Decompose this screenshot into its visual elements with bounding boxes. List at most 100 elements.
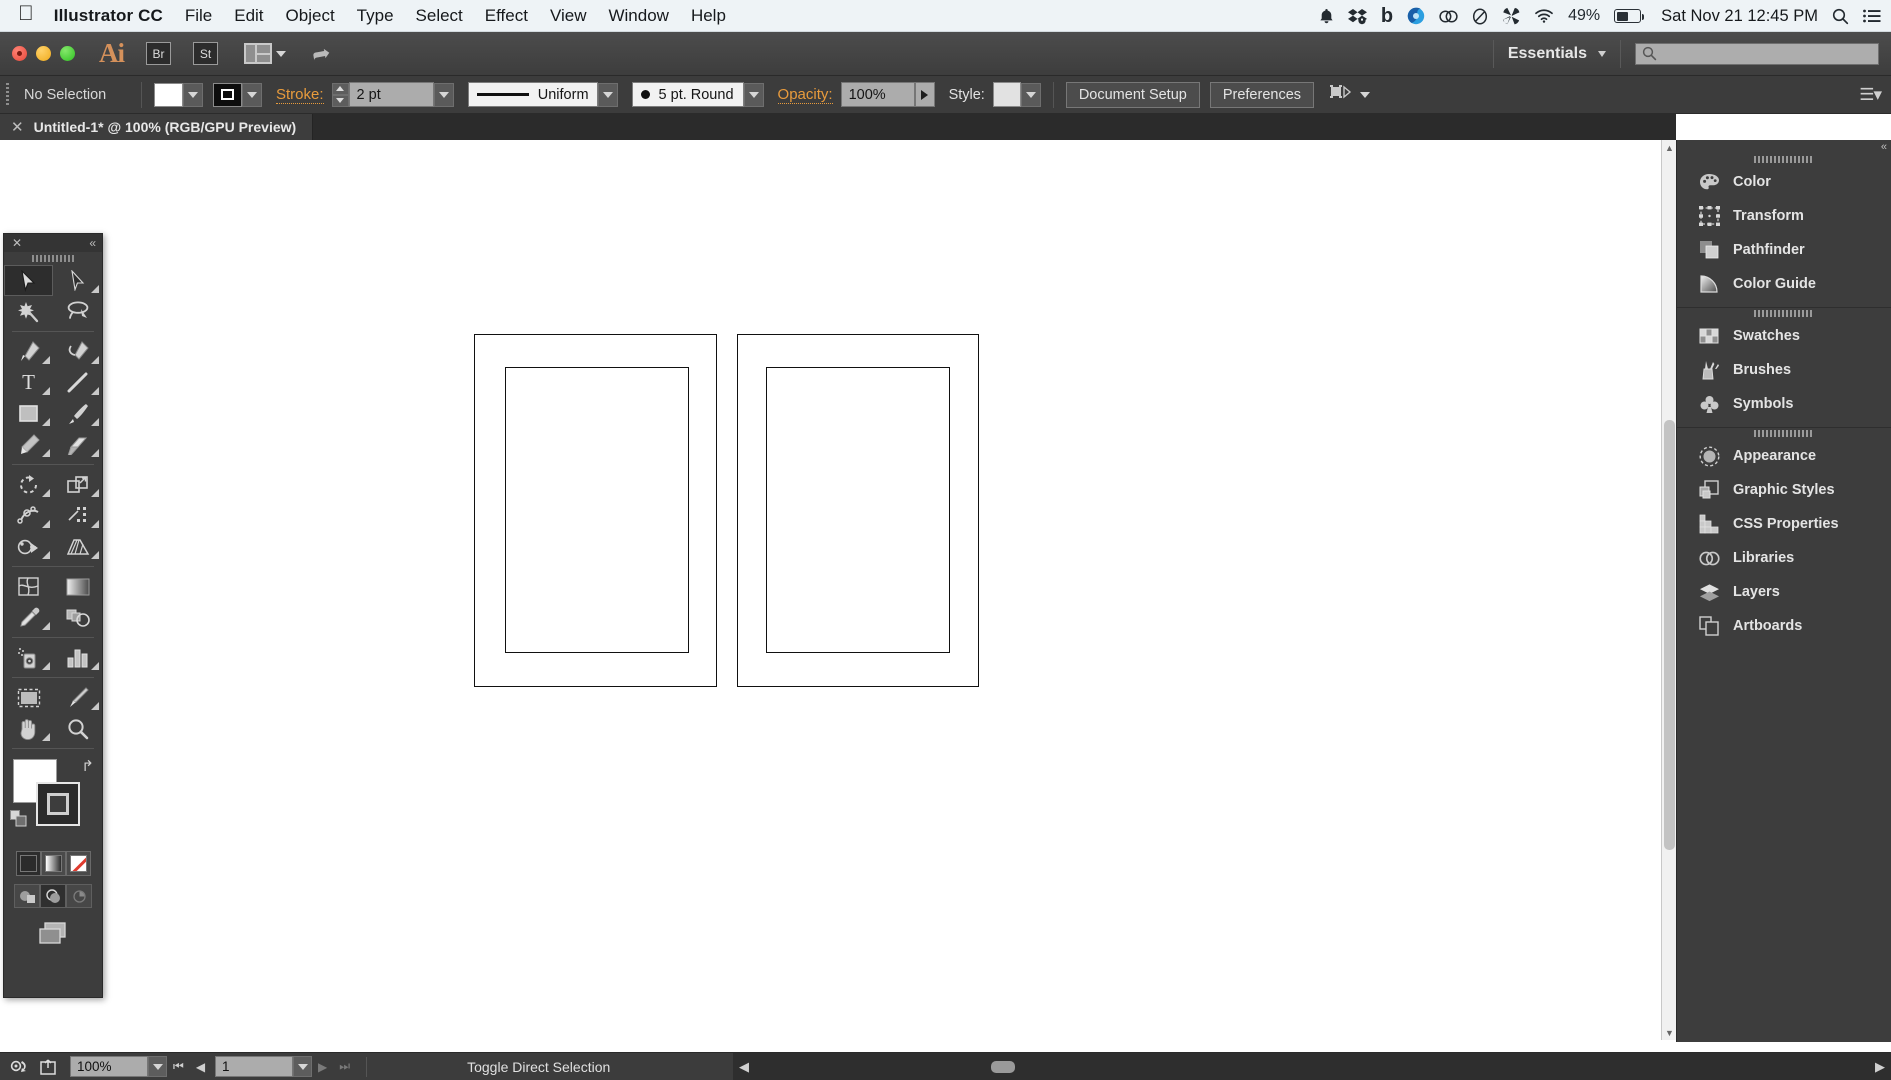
- zoom-tool[interactable]: [53, 713, 102, 744]
- rotate-tool[interactable]: [4, 469, 53, 500]
- dock-item-artboards[interactable]: Artboards: [1677, 609, 1891, 643]
- expand-panels-icon[interactable]: «: [1881, 141, 1887, 153]
- dock-group-3-gripper[interactable]: [1677, 428, 1891, 439]
- eraser-tool[interactable]: [53, 429, 102, 460]
- toolbox-gripper[interactable]: [32, 252, 74, 265]
- type-tool[interactable]: T: [4, 367, 53, 398]
- artboard-number-dropdown[interactable]: [293, 1056, 313, 1077]
- dock-item-swatches[interactable]: Swatches: [1677, 319, 1891, 353]
- panel-menu-icon[interactable]: ☰▾: [1859, 85, 1882, 105]
- brush-definition-dropdown[interactable]: [743, 82, 764, 107]
- search-input[interactable]: [1635, 42, 1879, 65]
- menu-edit[interactable]: Edit: [234, 6, 263, 26]
- menu-object[interactable]: Object: [286, 6, 335, 26]
- column-graph-tool[interactable]: [53, 642, 102, 673]
- menu-type[interactable]: Type: [357, 6, 394, 26]
- dock-item-transform[interactable]: Transform: [1677, 199, 1891, 233]
- curvature-tool[interactable]: [53, 336, 102, 367]
- dock-item-appearance[interactable]: Appearance: [1677, 439, 1891, 473]
- dock-item-graphic-styles[interactable]: Graphic Styles: [1677, 473, 1891, 507]
- status-gear-icon[interactable]: [10, 1058, 30, 1075]
- control-bar-menu[interactable]: ☰▾: [1859, 85, 1882, 105]
- scroll-left-icon[interactable]: ◀: [739, 1059, 749, 1075]
- menu-bar-clock[interactable]: Sat Nov 21 12:45 PM: [1661, 7, 1818, 26]
- magic-wand-tool[interactable]: [4, 296, 53, 327]
- menu-window[interactable]: Window: [608, 6, 668, 26]
- scroll-down-icon[interactable]: ▼: [1662, 1025, 1677, 1040]
- perspective-grid-tool[interactable]: [53, 531, 102, 562]
- stroke-weight-stepper[interactable]: [331, 82, 349, 107]
- wifi-icon[interactable]: [1534, 8, 1554, 24]
- menu-file[interactable]: File: [185, 6, 212, 26]
- stroke-color-swatch[interactable]: [213, 82, 242, 107]
- stroke-color-dropdown[interactable]: [242, 82, 262, 107]
- collapse-panel-icon[interactable]: «: [89, 236, 96, 250]
- stroke-weight-dropdown[interactable]: [433, 82, 454, 107]
- hand-tool[interactable]: [4, 713, 53, 744]
- menu-effect[interactable]: Effect: [485, 6, 528, 26]
- opacity-popup-button[interactable]: [914, 82, 935, 107]
- stroke-label[interactable]: Stroke:: [276, 86, 324, 104]
- paintbrush-tool[interactable]: [53, 398, 102, 429]
- close-panel-icon[interactable]: ✕: [12, 236, 22, 250]
- slice-tool[interactable]: [53, 682, 102, 713]
- menu-app-name[interactable]: Illustrator CC: [54, 6, 163, 26]
- minimize-window-button[interactable]: [36, 46, 51, 61]
- dock-group-1-gripper[interactable]: [1677, 154, 1891, 165]
- vertical-scroll-thumb[interactable]: [1664, 420, 1675, 850]
- zoom-level-dropdown[interactable]: [148, 1056, 167, 1077]
- draw-inside-mode[interactable]: [66, 884, 92, 908]
- dock-item-color-guide[interactable]: Color Guide: [1677, 267, 1891, 301]
- stroke-color-box[interactable]: [36, 782, 80, 826]
- rectangle-shape-right[interactable]: [766, 367, 950, 653]
- draw-behind-mode[interactable]: [40, 884, 66, 908]
- chevron-down-icon[interactable]: [1598, 50, 1606, 57]
- bell-icon[interactable]: [1319, 8, 1334, 25]
- swap-fill-stroke-icon[interactable]: ↱: [81, 757, 94, 775]
- zoom-level-input[interactable]: 100%: [70, 1056, 148, 1077]
- direct-selection-tool[interactable]: [53, 265, 102, 296]
- menu-view[interactable]: View: [550, 6, 587, 26]
- notification-center-icon[interactable]: [1863, 9, 1881, 23]
- rocket-icon[interactable]: ➦: [310, 39, 333, 68]
- graphic-style-swatch[interactable]: [992, 82, 1021, 107]
- pinwheel-icon[interactable]: [1502, 7, 1520, 25]
- rectangle-tool[interactable]: [4, 398, 53, 429]
- scale-tool[interactable]: [53, 469, 102, 500]
- gradient-tool[interactable]: [53, 571, 102, 602]
- artboard-tool[interactable]: [4, 682, 53, 713]
- backblaze-icon[interactable]: b: [1381, 5, 1393, 28]
- menu-select[interactable]: Select: [416, 6, 463, 26]
- stroke-weight-increase[interactable]: [331, 82, 349, 95]
- color-mode-solid[interactable]: [15, 851, 41, 876]
- pen-tool[interactable]: [4, 336, 53, 367]
- scroll-up-icon[interactable]: ▲: [1662, 140, 1677, 155]
- opacity-input[interactable]: 100%: [840, 82, 915, 107]
- status-scroll-thumb[interactable]: [991, 1060, 1015, 1073]
- close-tab-icon[interactable]: ✕: [11, 118, 24, 136]
- width-tool[interactable]: [4, 500, 53, 531]
- stroke-profile-dropdown[interactable]: [597, 82, 618, 107]
- spotlight-search-icon[interactable]: [1832, 8, 1849, 25]
- artboard-left[interactable]: [474, 334, 717, 687]
- stroke-weight-decrease[interactable]: [331, 94, 349, 107]
- color-mode-none[interactable]: [65, 851, 91, 876]
- dock-item-color[interactable]: Color: [1677, 165, 1891, 199]
- symbol-sprayer-tool[interactable]: [4, 642, 53, 673]
- mesh-tool[interactable]: [4, 571, 53, 602]
- align-to-selection-icon[interactable]: [1330, 83, 1354, 107]
- rectangle-shape-left[interactable]: [505, 367, 689, 653]
- dropbox-icon[interactable]: [1347, 8, 1367, 25]
- dock-item-css-properties[interactable]: CSS Properties: [1677, 507, 1891, 541]
- opacity-label[interactable]: Opacity:: [777, 86, 833, 104]
- dock-item-layers[interactable]: Layers: [1677, 575, 1891, 609]
- color-mode-gradient[interactable]: [40, 851, 66, 876]
- fill-color-swatch[interactable]: [154, 82, 183, 107]
- apple-logo-icon[interactable]: : [18, 3, 34, 24]
- close-window-button[interactable]: [12, 46, 27, 61]
- creative-cloud-icon[interactable]: [1439, 8, 1458, 25]
- dock-item-brushes[interactable]: Brushes: [1677, 353, 1891, 387]
- artboard-number-input[interactable]: 1: [215, 1056, 294, 1077]
- eyedropper-tool[interactable]: [4, 602, 53, 633]
- browser-icon[interactable]: [1407, 7, 1425, 25]
